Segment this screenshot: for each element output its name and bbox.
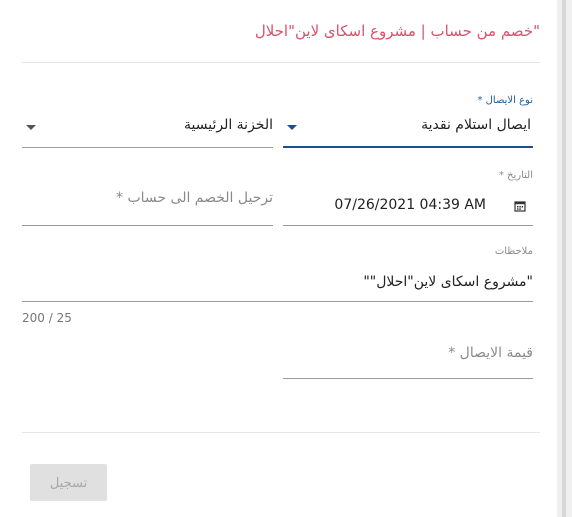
receipt-value-placeholder: قيمة الايصال * (448, 345, 533, 361)
receipt-type-underline (283, 146, 533, 148)
transfer-account-placeholder: ترحيل الخصم الى حساب * (116, 190, 273, 206)
treasury-select[interactable]: الخزنة الرئيسية (22, 95, 273, 151)
submit-button[interactable]: تسجيل (30, 464, 107, 501)
transfer-account-underline (22, 225, 273, 226)
notes-underline (22, 301, 533, 302)
chevron-down-icon[interactable] (287, 125, 297, 130)
notes-field[interactable]: ملاحظات "مشروع اسكاى لاين"احلال"" (22, 246, 533, 304)
dialog: "خصم من حساب | مشروع اسكاى لاين"احلال نو… (0, 0, 572, 517)
treasury-value: الخزنة الرئيسية (184, 117, 273, 133)
chevron-down-icon[interactable] (26, 125, 36, 130)
notes-char-counter: 200 / 25 (22, 311, 72, 325)
dialog-title: "خصم من حساب | مشروع اسكاى لاين"احلال (254, 22, 540, 40)
scrollbar-thumb[interactable] (562, 0, 566, 517)
date-label: التاريخ * (498, 170, 533, 181)
receipt-type-select[interactable]: نوع الايصال * ايصال استلام نقدية (283, 95, 533, 151)
date-field[interactable]: التاريخ * 07/26/2021 04:39 AM (283, 170, 533, 228)
receipt-value-field[interactable]: قيمة الايصال * (283, 335, 533, 381)
transfer-account-field[interactable]: ترحيل الخصم الى حساب * (22, 170, 273, 228)
notes-value: "مشروع اسكاى لاين"احلال"" (363, 274, 533, 290)
receipt-value-underline (283, 378, 533, 379)
date-underline (283, 225, 533, 226)
treasury-underline (22, 147, 273, 148)
receipt-type-label: نوع الايصال * (477, 95, 533, 106)
receipt-type-value: ايصال استلام نقدية (421, 117, 531, 133)
footer-divider (22, 432, 540, 433)
calendar-icon[interactable] (514, 200, 526, 212)
header-divider (22, 62, 540, 63)
notes-label: ملاحظات (494, 246, 533, 257)
date-value: 07/26/2021 04:39 AM (334, 197, 486, 213)
